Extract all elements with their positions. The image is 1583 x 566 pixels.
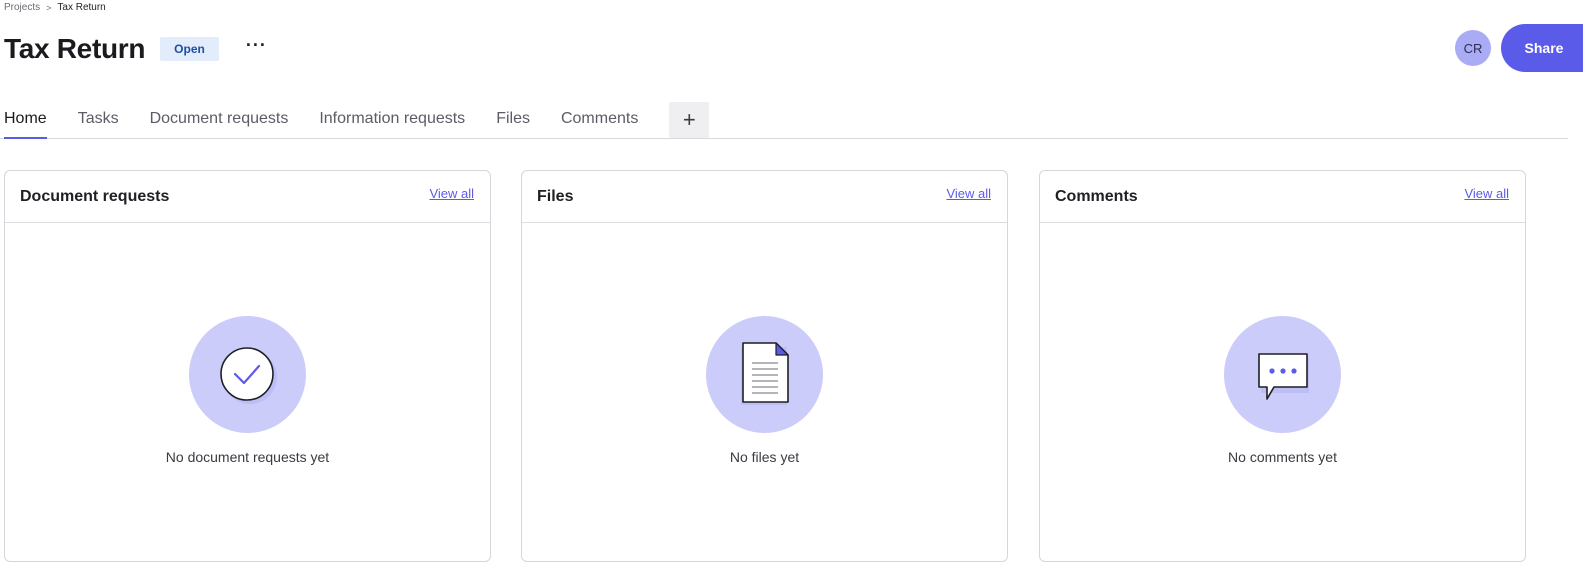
view-all-link[interactable]: View all [429, 186, 474, 201]
tab-tasks[interactable]: Tasks [78, 110, 119, 138]
breadcrumb-projects-link[interactable]: Projects [4, 2, 40, 13]
page-header: Tax Return Open ··· [4, 30, 267, 68]
empty-state: No files yet [522, 316, 1007, 465]
breadcrumb-current: Tax Return [57, 2, 106, 13]
card-title: Document requests [20, 187, 170, 205]
files-card: Files View all No files yet [521, 170, 1008, 562]
breadcrumb-separator: > [46, 2, 52, 13]
avatar[interactable]: CR [1455, 30, 1491, 66]
comments-card: Comments View all No comments yet [1039, 170, 1526, 562]
more-options-button[interactable]: ··· [246, 36, 267, 58]
page-title: Tax Return [4, 33, 146, 64]
tab-bar: Home Tasks Document requests Information… [0, 101, 1568, 139]
document-icon [706, 316, 823, 433]
check-circle-icon [189, 316, 306, 433]
tab-files[interactable]: Files [496, 110, 530, 138]
empty-state: No comments yet [1040, 316, 1525, 465]
tab-home[interactable]: Home [4, 110, 47, 139]
share-button[interactable]: Share [1501, 24, 1583, 72]
tab-information-requests[interactable]: Information requests [319, 110, 465, 138]
project-page: Projects > Tax Return Tax Return Open ··… [0, 0, 1583, 566]
empty-state: No document requests yet [5, 316, 490, 465]
add-tab-button[interactable]: + [669, 102, 710, 138]
empty-state-text: No comments yet [1228, 449, 1337, 465]
empty-state-text: No files yet [729, 449, 800, 465]
view-all-link[interactable]: View all [946, 186, 991, 201]
card-header: Files View all [522, 171, 1007, 223]
card-header: Document requests View all [5, 171, 490, 223]
tab-document-requests[interactable]: Document requests [150, 110, 289, 138]
card-header: Comments View all [1040, 171, 1525, 223]
view-all-link[interactable]: View all [1464, 186, 1509, 201]
tab-comments[interactable]: Comments [561, 110, 638, 138]
document-requests-card: Document requests View all No document r… [4, 170, 491, 562]
card-title: Files [537, 187, 574, 205]
status-badge: Open [160, 37, 219, 61]
header-actions: CR Share [1455, 24, 1583, 72]
card-title: Comments [1055, 187, 1138, 205]
breadcrumb: Projects > Tax Return [4, 2, 106, 13]
chat-bubble-icon [1224, 316, 1341, 433]
empty-state-text: No document requests yet [165, 449, 330, 465]
